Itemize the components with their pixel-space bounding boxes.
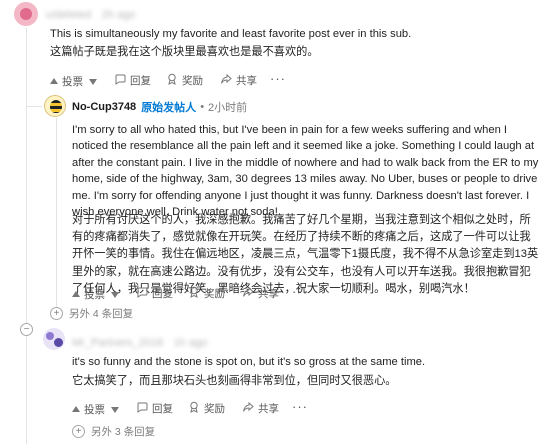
expand-icon: + <box>72 425 85 438</box>
reply-icon <box>114 73 126 88</box>
share-label: 共享 <box>258 288 279 300</box>
more-replies-link[interactable]: + 另外 4 条回复 <box>50 306 133 321</box>
share-icon <box>242 286 254 301</box>
upvote-icon[interactable] <box>72 405 80 412</box>
reply-button[interactable]: 回复 <box>136 401 173 416</box>
downvote-icon[interactable] <box>89 78 97 85</box>
more-replies-link[interactable]: + 另外 3 条回复 <box>72 424 155 439</box>
comment-header: u/deleted 2h ago <box>46 5 135 23</box>
reply-icon <box>136 401 148 416</box>
bee-icon <box>50 100 62 113</box>
more-options-button[interactable]: ··· <box>292 284 308 299</box>
reply-label: 回复 <box>152 403 173 415</box>
upvote-label[interactable]: 投票 <box>84 402 105 417</box>
share-button[interactable]: 共享 <box>242 401 279 416</box>
award-button[interactable]: 奖励 <box>166 73 203 88</box>
more-options-icon: ··· <box>292 399 308 414</box>
reply-icon <box>136 286 148 301</box>
upvote-label[interactable]: 投票 <box>84 287 105 302</box>
share-icon <box>220 73 232 88</box>
share-button[interactable]: 共享 <box>242 286 279 301</box>
username[interactable]: No-Cup3748 <box>72 101 136 113</box>
comment-text-en: This is simultaneously my favorite and l… <box>50 28 412 40</box>
thread-line-reply[interactable] <box>56 118 57 308</box>
vote-group: 投票 <box>72 402 123 417</box>
timestamp-blurred: 1h ago <box>173 337 208 349</box>
more-options-button[interactable]: ··· <box>292 399 308 414</box>
award-icon <box>166 73 178 88</box>
upvote-icon[interactable] <box>72 290 80 297</box>
comment-text-cn: 它太搞笑了，而且那块石头也刻画得非常到位，但同时又很恶心。 <box>72 375 397 387</box>
share-icon <box>242 401 254 416</box>
vote-group: 投票 <box>50 74 101 89</box>
reply-label: 回复 <box>152 288 173 300</box>
thread-line-main[interactable] <box>26 28 27 444</box>
avatar[interactable] <box>44 95 66 117</box>
more-options-button[interactable]: ··· <box>270 71 286 86</box>
award-icon <box>188 286 200 301</box>
more-replies-label: 另外 3 条回复 <box>91 426 156 438</box>
timestamp: 2小时前 <box>208 102 248 114</box>
more-options-icon: ··· <box>270 71 286 86</box>
comment-text-cn: 这篇帖子既是我在这个版块里最喜欢也是最不喜欢的。 <box>50 46 319 58</box>
share-label: 共享 <box>236 75 257 87</box>
award-button[interactable]: 奖励 <box>188 401 225 416</box>
upvote-icon[interactable] <box>50 77 58 84</box>
downvote-icon[interactable] <box>111 406 119 413</box>
share-label: 共享 <box>258 403 279 415</box>
award-label: 奖励 <box>204 288 225 300</box>
username-blurred[interactable]: Mr_Partners_2018 <box>72 337 163 349</box>
meta-separator: • <box>200 101 205 113</box>
expand-icon: + <box>50 307 63 320</box>
more-options-icon: ··· <box>292 284 308 299</box>
award-button[interactable]: 奖励 <box>188 286 225 301</box>
comment-text-en: I'm sorry to all who hated this, but I'v… <box>72 124 539 219</box>
reply-label: 回复 <box>130 75 151 87</box>
award-icon <box>188 401 200 416</box>
comment-text-en: it's so funny and the stone is spot on, … <box>72 356 426 368</box>
avatar[interactable] <box>43 328 65 350</box>
avatar[interactable] <box>14 2 38 26</box>
username-blurred[interactable]: u/deleted <box>46 9 91 21</box>
timestamp-blurred: 2h ago <box>101 9 136 21</box>
award-label: 奖励 <box>204 403 225 415</box>
downvote-icon[interactable] <box>111 291 119 298</box>
op-badge: 原始发帖人 <box>141 102 197 114</box>
thread-line-connector <box>26 106 42 107</box>
upvote-label[interactable]: 投票 <box>62 74 83 89</box>
comment-header: Mr_Partners_2018 1h ago <box>72 333 207 351</box>
vote-group: 投票 <box>72 287 123 302</box>
award-label: 奖励 <box>182 75 203 87</box>
more-replies-label: 另外 4 条回复 <box>69 308 134 320</box>
reply-button[interactable]: 回复 <box>136 286 173 301</box>
collapse-thread-button[interactable]: − <box>20 323 33 336</box>
comment-header: No-Cup3748 原始发帖人 • 2小时前 <box>72 99 247 115</box>
reply-button[interactable]: 回复 <box>114 73 151 88</box>
share-button[interactable]: 共享 <box>220 73 257 88</box>
